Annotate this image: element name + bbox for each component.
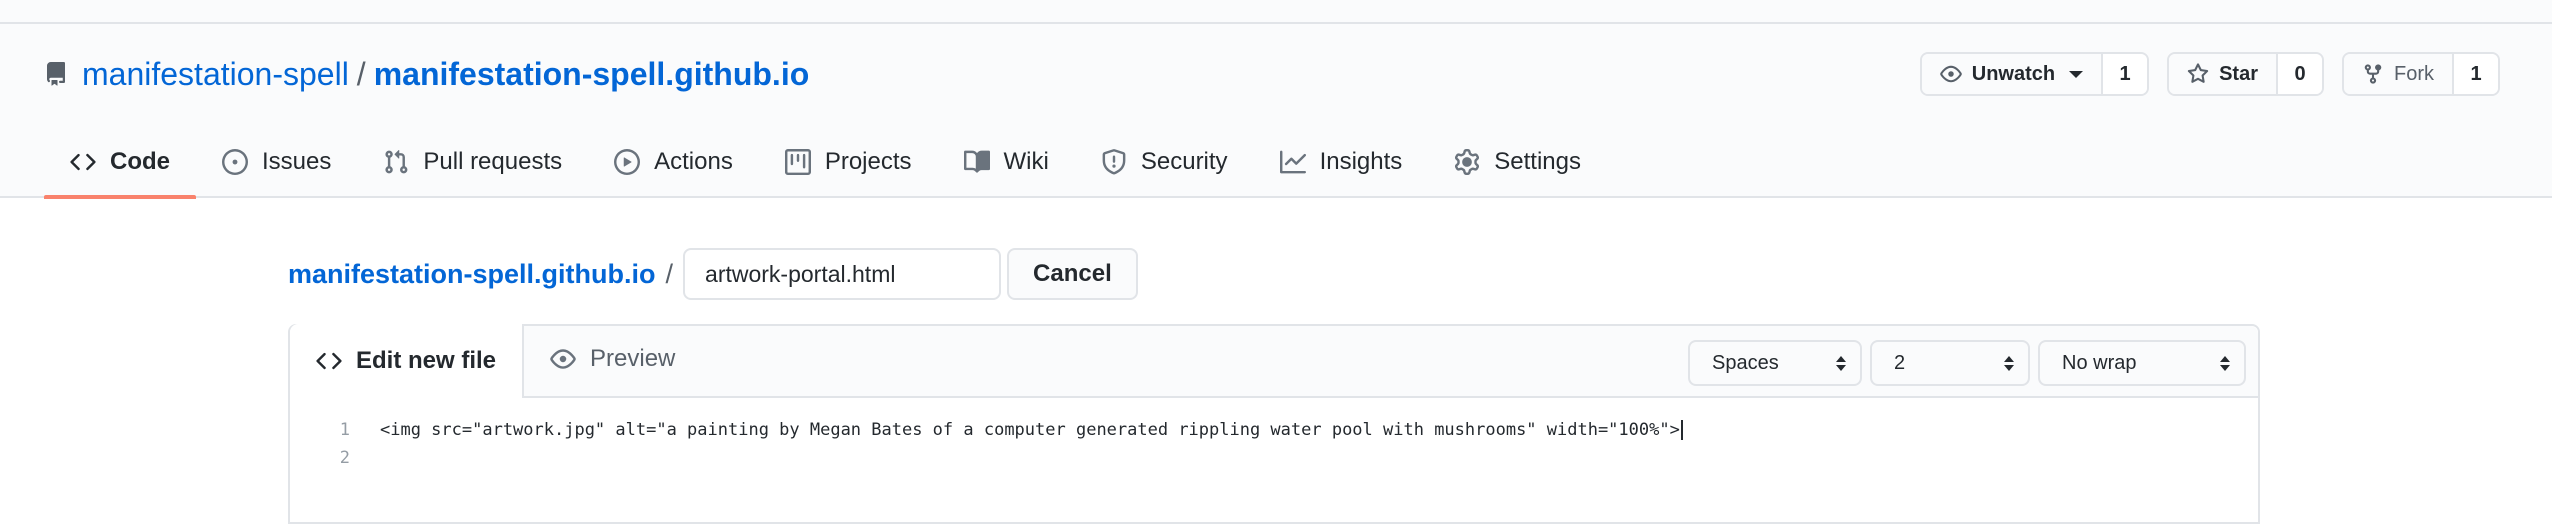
repo-owner-link[interactable]: manifestation-spell bbox=[82, 56, 349, 93]
preview-tab-label: Preview bbox=[590, 345, 676, 372]
indent-size-value: 2 bbox=[1894, 351, 1906, 374]
code-line: 1 <img src="artwork.jpg" alt="a painting… bbox=[290, 416, 2258, 444]
select-arrows-icon bbox=[1836, 355, 1846, 371]
star-count[interactable]: 0 bbox=[2278, 54, 2322, 94]
tab-pull-requests[interactable]: Pull requests bbox=[357, 126, 588, 198]
tab-wiki-label: Wiki bbox=[1003, 148, 1049, 175]
watch-count[interactable]: 1 bbox=[2103, 54, 2148, 94]
file-editor: Edit new file Preview Spaces 2 No wrap 1… bbox=[288, 324, 2260, 524]
star-label: Star bbox=[2219, 62, 2258, 85]
tab-pull-requests-label: Pull requests bbox=[423, 148, 563, 175]
star-icon bbox=[2187, 63, 2209, 83]
code-area[interactable]: 1 <img src="artwork.jpg" alt="a painting… bbox=[290, 398, 2258, 472]
select-arrows-icon bbox=[2004, 355, 2014, 371]
breadcrumb-separator: / bbox=[665, 258, 674, 289]
edit-tab-label: Edit new file bbox=[356, 347, 497, 374]
tab-security-label: Security bbox=[1140, 148, 1228, 175]
gear-icon bbox=[1455, 149, 1480, 175]
indent-mode-select[interactable]: Spaces bbox=[1688, 340, 1862, 386]
tab-projects[interactable]: Projects bbox=[759, 126, 938, 198]
filename-input[interactable] bbox=[683, 248, 1002, 300]
star-button[interactable]: Star bbox=[2169, 54, 2278, 94]
breadcrumb-repo-link[interactable]: manifestation-spell.github.io bbox=[288, 259, 656, 290]
fork-label: Fork bbox=[2394, 62, 2434, 85]
repo-separator: / bbox=[356, 55, 366, 92]
line-content[interactable]: <img src="artwork.jpg" alt="a painting b… bbox=[350, 420, 1683, 440]
wrap-mode-select[interactable]: No wrap bbox=[2038, 340, 2246, 386]
repo-actions: Unwatch 1 Star 0 Fork 1 bbox=[1919, 52, 2500, 96]
repo-nav-tabs: Code Issues Pull requests Actions Projec… bbox=[44, 126, 1607, 199]
tab-settings-label: Settings bbox=[1494, 148, 1581, 175]
editor-toolbar: Edit new file Preview Spaces 2 No wrap bbox=[290, 324, 2258, 398]
repo-name-link[interactable]: manifestation-spell.github.io bbox=[374, 56, 810, 93]
tab-issues[interactable]: Issues bbox=[196, 126, 357, 198]
tab-insights[interactable]: Insights bbox=[1254, 126, 1429, 198]
tab-preview[interactable]: Preview bbox=[524, 322, 701, 396]
code-icon bbox=[70, 153, 96, 171]
repo-title: manifestation-spell / manifestation-spel… bbox=[44, 52, 809, 96]
select-arrows-icon bbox=[2220, 355, 2230, 371]
eye-icon bbox=[1939, 65, 1962, 83]
graph-icon bbox=[1279, 150, 1306, 174]
unwatch-label: Unwatch bbox=[1971, 62, 2056, 85]
issue-icon bbox=[222, 149, 248, 175]
eye-icon bbox=[550, 349, 576, 369]
text-cursor bbox=[1680, 420, 1683, 440]
caret-down-icon bbox=[2069, 70, 2084, 78]
fork-count[interactable]: 1 bbox=[2454, 54, 2498, 94]
unwatch-button[interactable]: Unwatch bbox=[1921, 54, 2104, 94]
tab-actions-label: Actions bbox=[654, 148, 733, 175]
line-number: 1 bbox=[339, 420, 350, 440]
shield-icon bbox=[1102, 149, 1126, 175]
fork-button[interactable]: Fork bbox=[2344, 54, 2454, 94]
file-path-bar: manifestation-spell.github.io / Cancel bbox=[288, 248, 1138, 300]
tab-settings[interactable]: Settings bbox=[1428, 126, 1607, 198]
indent-size-select[interactable]: 2 bbox=[1870, 340, 2030, 386]
play-icon bbox=[614, 149, 641, 175]
pull-request-icon bbox=[385, 149, 408, 174]
tab-projects-label: Projects bbox=[824, 148, 912, 175]
fork-icon bbox=[2364, 64, 2382, 84]
tab-actions[interactable]: Actions bbox=[588, 126, 759, 198]
watch-group: Unwatch 1 bbox=[1919, 52, 2150, 96]
global-header-divider bbox=[0, 22, 2552, 24]
indent-mode-value: Spaces bbox=[1712, 351, 1779, 374]
tab-code[interactable]: Code bbox=[44, 126, 196, 199]
wrap-mode-value: No wrap bbox=[2062, 351, 2137, 374]
cancel-button[interactable]: Cancel bbox=[1007, 248, 1138, 300]
book-icon bbox=[963, 150, 990, 173]
repo-icon bbox=[46, 62, 65, 86]
code-icon bbox=[316, 352, 342, 370]
editor-options: Spaces 2 No wrap bbox=[1688, 340, 2246, 386]
code-line: 2 bbox=[290, 444, 2258, 472]
line-number: 2 bbox=[339, 448, 350, 468]
tab-security[interactable]: Security bbox=[1075, 126, 1254, 198]
project-icon bbox=[784, 149, 811, 175]
tab-issues-label: Issues bbox=[262, 148, 332, 175]
tab-wiki[interactable]: Wiki bbox=[938, 126, 1075, 198]
star-group: Star 0 bbox=[2167, 52, 2324, 96]
tab-code-label: Code bbox=[110, 148, 170, 175]
tab-insights-label: Insights bbox=[1319, 148, 1403, 175]
tab-edit-new-file[interactable]: Edit new file bbox=[290, 324, 525, 398]
fork-group: Fork 1 bbox=[2342, 52, 2500, 96]
